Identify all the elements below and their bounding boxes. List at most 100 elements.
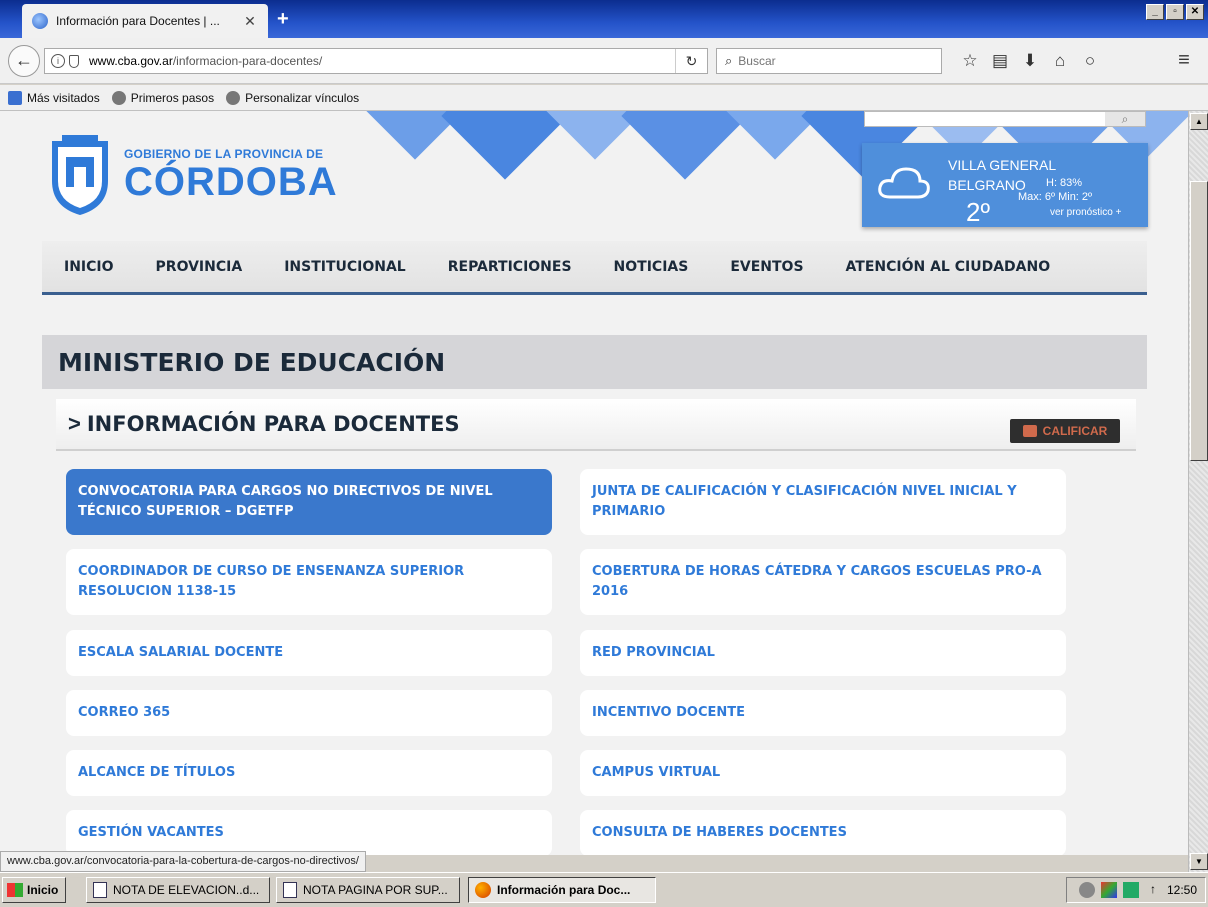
tab-close-icon[interactable]: ✕	[242, 13, 258, 30]
search-icon: ⌕	[725, 53, 733, 68]
section-title: INFORMACIÓN PARA DOCENTES	[86, 412, 460, 436]
bookmark-customize-links[interactable]: Personalizar vínculos	[226, 90, 359, 105]
url-path: /informacion-para-docentes/	[172, 54, 323, 68]
nav-institucional[interactable]: INSTITUCIONAL	[284, 259, 406, 275]
hamburger-menu-icon[interactable]: ≡	[1172, 50, 1196, 72]
link-cobertura-horas-catedra[interactable]: COBERTURA DE HORAS CÁTEDRA Y CARGOS ESCU…	[580, 549, 1066, 615]
bookmark-most-visited[interactable]: Más visitados	[8, 90, 100, 105]
page-viewport: ⌕ GOBIERNO DE LA PROVINCIA DE CÓRDOBA VI…	[0, 111, 1188, 855]
weather-city: VILLA GENERAL BELGRANO	[948, 157, 1056, 193]
page-scrollbar[interactable]: ▲ ▼	[1188, 111, 1208, 872]
windows-taskbar: Inicio NOTA DE ELEVACION..d... NOTA PAGI…	[0, 872, 1208, 907]
scrollbar-thumb[interactable]	[1190, 181, 1208, 461]
link-incentivo-docente[interactable]: INCENTIVO DOCENTE	[580, 690, 1066, 736]
nav-reparticiones[interactable]: REPARTICIONES	[448, 259, 572, 275]
start-button[interactable]: Inicio	[2, 877, 66, 903]
thumbs-up-icon	[1022, 425, 1037, 437]
home-icon[interactable]: ⌂	[1045, 50, 1075, 72]
taskbar-item-firefox[interactable]: Información para Doc...	[468, 877, 656, 903]
downloads-icon[interactable]: ⬇	[1015, 50, 1045, 72]
start-label: Inicio	[27, 883, 59, 897]
taskbar-item-label: NOTA PAGINA POR SUP...	[303, 883, 448, 897]
globe-icon	[111, 90, 126, 105]
browser-search-input[interactable]	[738, 54, 919, 68]
site-logo[interactable]: GOBIERNO DE LA PROVINCIA DE CÓRDOBA	[44, 133, 338, 217]
windows-logo-icon	[7, 883, 23, 897]
browser-titlebar: Información para Docentes | ... ✕ + _ ▫ …	[0, 0, 1208, 38]
page-title: MINISTERIO DE EDUCACIÓN	[58, 347, 446, 377]
link-campus-virtual[interactable]: CAMPUS VIRTUAL	[580, 750, 1066, 796]
bookmark-star-icon[interactable]: ☆	[955, 50, 985, 72]
restore-button[interactable]: ▫	[1166, 4, 1184, 20]
site-search-input[interactable]: ⌕	[864, 111, 1146, 127]
bookmark-getting-started[interactable]: Primeros pasos	[111, 90, 215, 105]
chat-bubble-icon[interactable]: ○	[1075, 50, 1105, 72]
link-red-provincial[interactable]: RED PROVINCIAL	[580, 630, 1066, 676]
rate-button-label: CALIFICAR	[1042, 424, 1108, 438]
nav-inicio[interactable]: INICIO	[64, 259, 114, 275]
link-escala-salarial[interactable]: ESCALA SALARIAL DOCENTE	[66, 630, 552, 676]
firefox-icon	[475, 882, 491, 898]
chevron-right-icon: >	[68, 411, 81, 436]
info-icon[interactable]: i	[51, 54, 65, 68]
system-tray: ↑ 12:50	[1066, 877, 1206, 903]
nav-provincia[interactable]: PROVINCIA	[156, 259, 243, 275]
ministry-header: MINISTERIO DE EDUCACIÓN	[42, 335, 1147, 389]
link-consulta-haberes[interactable]: CONSULTA DE HABERES DOCENTES	[580, 810, 1066, 855]
browser-tab-active[interactable]: Información para Docentes | ... ✕	[22, 4, 268, 38]
browser-navbar: ← i www.cba.gov.ar/informacion-para-doce…	[0, 38, 1208, 84]
link-coordinador-curso[interactable]: COORDINADOR DE CURSO DE ENSENANZA SUPERI…	[66, 549, 552, 615]
taskbar-item-nota-pagina[interactable]: NOTA PAGINA POR SUP...	[276, 877, 460, 903]
logo-title: CÓRDOBA	[124, 160, 338, 204]
url-domain: www.cba.gov.ar	[89, 54, 173, 68]
logo-subtitle: GOBIERNO DE LA PROVINCIA DE	[124, 147, 324, 161]
link-junta-calificacion[interactable]: JUNTA DE CALIFICACIÓN Y CLASIFICACIÓN NI…	[580, 469, 1066, 535]
tray-arrow-icon[interactable]: ↑	[1145, 882, 1161, 898]
back-arrow-icon[interactable]: ←	[8, 45, 40, 77]
link-convocatoria-no-directivos[interactable]: CONVOCATORIA PARA CARGOS NO DIRECTIVOS D…	[66, 469, 552, 535]
clock[interactable]: 12:50	[1167, 883, 1197, 897]
link-gestion-vacantes[interactable]: GESTIÓN VACANTES	[66, 810, 552, 855]
minimize-button[interactable]: _	[1146, 4, 1164, 20]
taskbar-item-nota-elevacion[interactable]: NOTA DE ELEVACION..d...	[86, 877, 270, 903]
bookmark-label: Más visitados	[27, 90, 100, 105]
toolbar-icons: ☆ ▤ ⬇ ⌂ ○	[955, 50, 1105, 72]
site-search-icon[interactable]: ⌕	[1105, 112, 1145, 126]
tray-antivirus-icon[interactable]	[1122, 882, 1139, 898]
tab-title: Información para Docentes | ...	[56, 14, 220, 28]
scroll-down-icon[interactable]: ▼	[1190, 853, 1208, 870]
bookmarks-toolbar: Más visitados Primeros pasos Personaliza…	[0, 85, 1208, 111]
new-tab-button[interactable]: +	[277, 8, 289, 31]
bookmark-label: Primeros pasos	[130, 90, 215, 105]
address-url[interactable]: www.cba.gov.ar/informacion-para-docentes…	[89, 54, 675, 68]
document-icon	[283, 882, 297, 898]
main-navigation: INICIO PROVINCIA INSTITUCIONAL REPARTICI…	[42, 241, 1147, 295]
taskbar-item-label: Información para Doc...	[497, 883, 631, 897]
close-window-button[interactable]: ✕	[1186, 4, 1204, 20]
tracking-shield-icon[interactable]	[69, 54, 79, 68]
link-alcance-titulos[interactable]: ALCANCE DE TÍTULOS	[66, 750, 552, 796]
nav-noticias[interactable]: NOTICIAS	[614, 259, 689, 275]
weather-humidity: H: 83%	[1046, 177, 1083, 189]
forecast-link[interactable]: ver pronóstico +	[1050, 207, 1121, 218]
nav-atencion-ciudadano[interactable]: ATENCIÓN AL CIUDADANO	[846, 259, 1051, 275]
rate-button[interactable]: CALIFICAR	[1010, 419, 1120, 443]
browser-search-bar[interactable]: ⌕	[716, 48, 942, 74]
weather-temperature: 2º	[966, 197, 990, 227]
cordoba-crest-icon	[52, 135, 108, 215]
site-favicon-icon	[32, 13, 48, 29]
tray-network-icon[interactable]	[1100, 882, 1117, 898]
address-bar[interactable]: i www.cba.gov.ar/informacion-para-docent…	[44, 48, 708, 74]
section-header: > INFORMACIÓN PARA DOCENTES CALIFICAR	[56, 399, 1136, 451]
nav-eventos[interactable]: EVENTOS	[730, 259, 803, 275]
taskbar-item-label: NOTA DE ELEVACION..d...	[113, 883, 260, 897]
reload-icon[interactable]: ↻	[675, 49, 707, 73]
tray-status-icon[interactable]	[1078, 882, 1095, 898]
weather-minmax: Max: 6º Min: 2º	[1018, 191, 1093, 203]
link-correo-365[interactable]: CORREO 365	[66, 690, 552, 736]
link-hover-status: www.cba.gov.ar/convocatoria-para-la-cobe…	[0, 851, 366, 872]
scroll-up-icon[interactable]: ▲	[1190, 113, 1208, 130]
weather-widget[interactable]: VILLA GENERAL BELGRANO H: 83% Max: 6º Mi…	[862, 143, 1148, 227]
logo-text: GOBIERNO DE LA PROVINCIA DE CÓRDOBA	[124, 147, 338, 203]
bookmarks-library-icon[interactable]: ▤	[985, 50, 1015, 72]
